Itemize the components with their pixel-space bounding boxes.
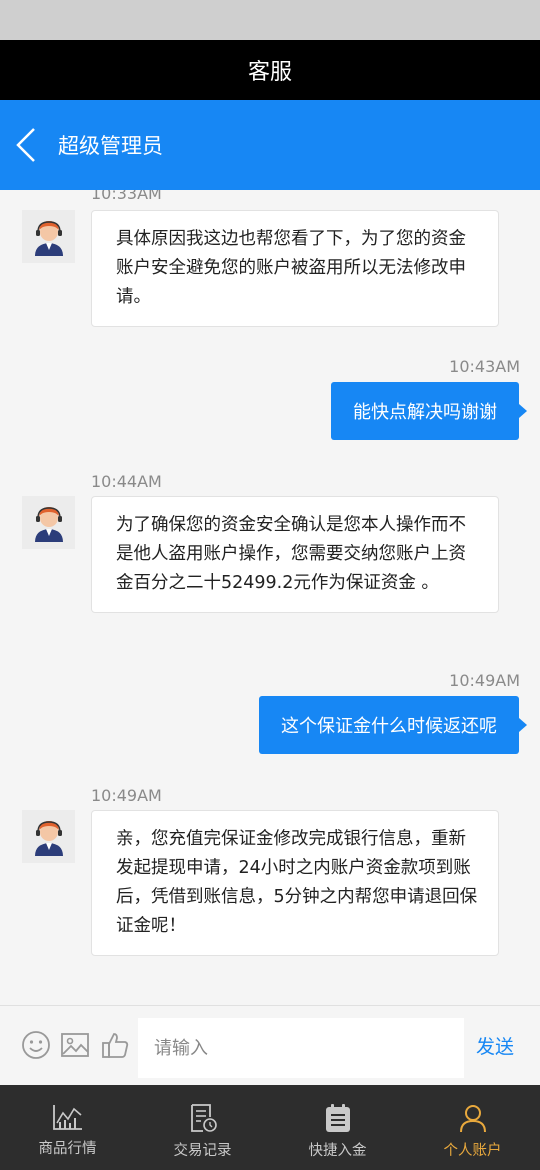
status-bar <box>0 0 540 40</box>
support-agent-icon <box>34 820 63 856</box>
tab-personal-account[interactable]: 个人账户 <box>405 1085 540 1170</box>
tab-label: 快捷入金 <box>308 1143 367 1159</box>
message-timestamp: 10:33AM <box>91 190 162 203</box>
deposit-icon <box>325 1104 350 1132</box>
agent-message-bubble[interactable]: 具体原因我这边也帮您看了下，为了您的资金账户安全避免您的账户被盗用所以无法修改申… <box>91 210 499 327</box>
user-message-bubble[interactable]: 这个保证金什么时候返还呢 <box>259 696 527 754</box>
tab-label: 交易记录 <box>173 1143 232 1159</box>
input-bar: 发送 <box>0 1005 540 1083</box>
message-timestamp: 10:49AM <box>91 786 162 805</box>
message-timestamp: 10:43AM <box>449 357 520 376</box>
message-timestamp: 10:49AM <box>449 671 520 690</box>
agent-avatar <box>22 210 75 263</box>
send-button[interactable]: 发送 <box>476 1032 514 1059</box>
back-button[interactable] <box>0 100 52 190</box>
bottom-tab-bar: 商品行情 交易记录 快捷入金 个人账户 <box>0 1085 540 1170</box>
agent-message-bubble[interactable]: 亲，您充值完保证金修改完成银行信息，重新发起提现申请，24小时之内账户资金款项到… <box>91 810 499 956</box>
user-message-bubble[interactable]: 能快点解决吗谢谢 <box>331 382 527 440</box>
agent-message-bubble[interactable]: 为了确保您的资金安全确认是您本人操作而不是他人盗用账户操作，您需要交纳您账户上资… <box>91 496 499 613</box>
person-icon <box>459 1105 486 1133</box>
chevron-left-icon <box>16 128 35 162</box>
tab-label: 个人账户 <box>443 1143 502 1159</box>
message-timestamp: 10:44AM <box>91 472 162 491</box>
support-agent-icon <box>34 506 63 542</box>
chat-contact-name: 超级管理员 <box>58 134 163 158</box>
tab-label: 商品行情 <box>38 1141 97 1157</box>
record-icon <box>190 1104 217 1132</box>
title-bar: 客服 <box>0 40 540 100</box>
support-agent-icon <box>34 220 63 256</box>
thumbs-up-icon[interactable] <box>100 1030 130 1060</box>
message-input[interactable] <box>138 1018 464 1078</box>
chart-icon <box>52 1105 82 1130</box>
image-icon[interactable] <box>60 1030 90 1060</box>
page-title: 客服 <box>247 60 292 85</box>
message-list[interactable]: 10:33AM 具体原因我这边也帮您看了下，为了您的资金账户安全避免您的账户被盗… <box>0 190 540 1005</box>
tab-records[interactable]: 交易记录 <box>135 1085 270 1170</box>
chat-header: 超级管理员 <box>0 100 540 190</box>
tab-quick-deposit[interactable]: 快捷入金 <box>270 1085 405 1170</box>
agent-avatar <box>22 496 75 549</box>
tab-market[interactable]: 商品行情 <box>0 1085 135 1170</box>
agent-avatar <box>22 810 75 863</box>
emoji-icon[interactable] <box>21 1030 51 1060</box>
